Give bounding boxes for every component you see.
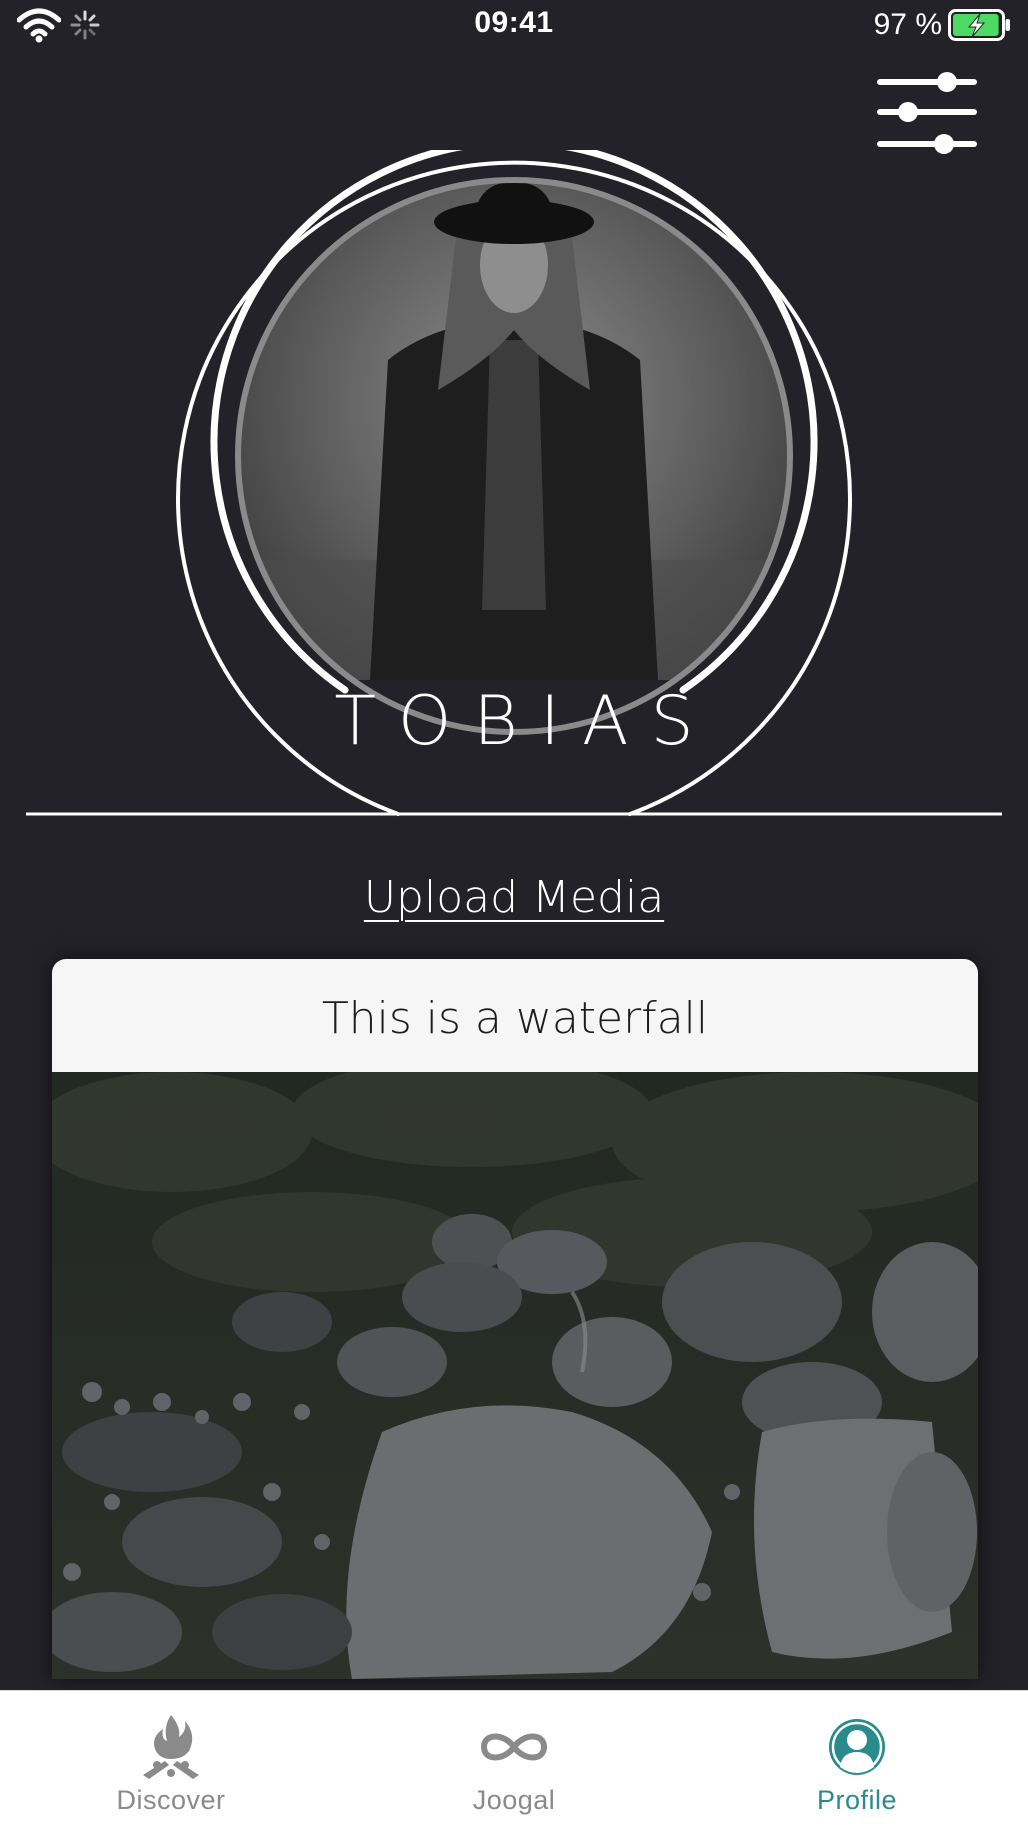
profile-header: TOBIAS — [0, 150, 1028, 830]
tab-label-profile: Profile — [816, 1785, 898, 1815]
media-post-card[interactable]: This is a waterfall — [52, 959, 978, 1679]
tab-bar: Discover Joogal Profile — [0, 1690, 1028, 1827]
tab-discover[interactable]: Discover — [0, 1691, 342, 1827]
profile-name: TOBIAS — [334, 682, 716, 761]
tab-joogal[interactable]: Joogal — [343, 1691, 685, 1827]
upload-media-link[interactable]: Upload Media — [0, 872, 1028, 923]
campfire-icon — [121, 1713, 221, 1783]
battery-percentage: 97 % — [873, 8, 942, 41]
tab-label-discover: Discover — [116, 1785, 226, 1815]
media-post-title: This is a waterfall — [321, 993, 709, 1044]
sliders-icon — [877, 72, 977, 154]
infinity-icon — [464, 1713, 564, 1783]
person-circle-icon — [807, 1713, 907, 1783]
filter-settings-button[interactable] — [872, 68, 982, 160]
tab-profile[interactable]: Profile — [686, 1691, 1028, 1827]
waterfall-rocks-photo[interactable] — [52, 1057, 978, 1679]
tab-label-joogal: Joogal — [472, 1785, 556, 1815]
battery-charging-icon — [948, 9, 1012, 45]
status-bar: 09:41 97 % — [0, 0, 1028, 52]
